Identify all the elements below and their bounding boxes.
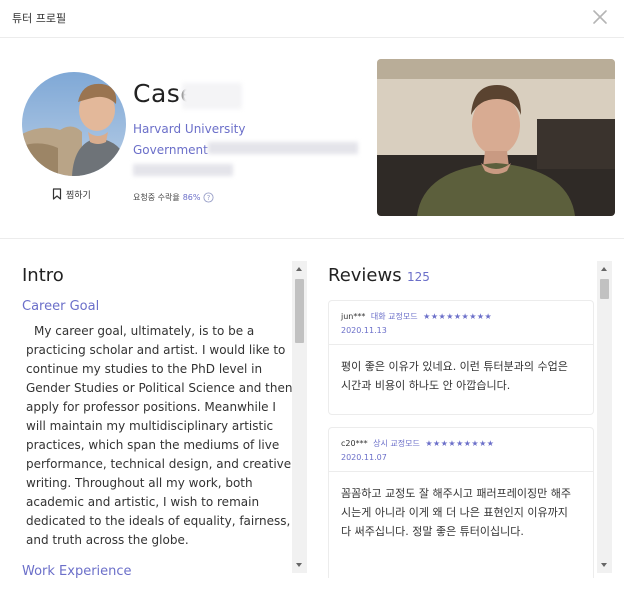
reviews-scrollbar[interactable] xyxy=(597,261,612,573)
intro-panel: Intro Career Goal My career goal, ultima… xyxy=(12,255,310,578)
review-date: 2020.11.13 xyxy=(341,326,387,335)
career-goal-heading: Career Goal xyxy=(22,299,100,314)
work-experience-heading: Work Experience xyxy=(22,564,132,578)
review-date: 2020.11.07 xyxy=(341,453,387,462)
review-stars: ★★★★★★★★★ xyxy=(423,312,493,321)
profile-section: Case Harvard University Government 찜하기 요… xyxy=(0,39,624,239)
review-mode: 대화 교정모드 xyxy=(370,312,418,321)
tutor-intro-video[interactable] xyxy=(377,59,615,216)
redacted-info xyxy=(208,142,358,154)
bookmark-button[interactable]: 찜하기 xyxy=(52,186,91,202)
scroll-up-arrow-icon[interactable] xyxy=(296,267,302,271)
redacted-info-2 xyxy=(133,164,233,176)
scroll-up-arrow-icon[interactable] xyxy=(601,267,607,271)
intro-title: Intro xyxy=(22,265,64,286)
close-icon[interactable] xyxy=(590,7,610,27)
tutor-avatar xyxy=(22,72,126,176)
accept-rate-label: 요청중 수락율 xyxy=(133,193,180,202)
tutor-department: Government xyxy=(133,143,208,157)
reviews-count: 125 xyxy=(407,270,430,284)
review-card: jun*** 대화 교정모드 ★★★★★★★★★ 2020.11.13 평이 좋… xyxy=(328,300,594,415)
reviewer-id: c20*** xyxy=(341,439,368,448)
modal-header: 튜터 프로필 xyxy=(0,0,624,38)
scroll-down-arrow-icon[interactable] xyxy=(296,563,302,567)
review-mode: 상시 교정모드 xyxy=(373,439,420,448)
reviewer-id: jun*** xyxy=(341,312,366,321)
intro-scrollbar[interactable] xyxy=(292,261,307,573)
reviews-panel: Reviews 125 jun*** 대화 교정모드 ★★★★★★★★★ 202… xyxy=(318,255,614,578)
modal-title: 튜터 프로필 xyxy=(12,12,67,25)
review-text: 평이 좋은 이유가 있네요. 이런 튜터분과의 수업은 시간과 비용이 하나도 … xyxy=(341,360,568,392)
scroll-down-arrow-icon[interactable] xyxy=(601,563,607,567)
review-header: jun*** 대화 교정모드 ★★★★★★★★★ 2020.11.13 xyxy=(329,301,593,345)
question-circle-icon[interactable]: ? xyxy=(203,192,215,203)
tutor-university: Harvard University xyxy=(133,122,246,136)
bookmark-icon xyxy=(52,188,62,200)
reviewer-line: c20*** 상시 교정모드 ★★★★★★★★★ xyxy=(341,438,494,449)
intro-scroll-thumb[interactable] xyxy=(295,279,304,343)
svg-text:?: ? xyxy=(207,194,211,202)
redacted-name xyxy=(182,83,242,109)
career-goal-text: My career goal, ultimately, is to be a p… xyxy=(26,324,293,547)
review-card: c20*** 상시 교정모드 ★★★★★★★★★ 2020.11.07 꼼꼼하고… xyxy=(328,427,594,578)
reviewer-line: jun*** 대화 교정모드 ★★★★★★★★★ xyxy=(341,311,492,322)
reviews-scroll-thumb[interactable] xyxy=(600,279,609,299)
bookmark-label: 찜하기 xyxy=(66,190,91,201)
review-stars: ★★★★★★★★★ xyxy=(425,439,495,448)
accept-rate-value: 86% xyxy=(182,193,201,202)
reviews-title: Reviews xyxy=(328,265,402,286)
review-header: c20*** 상시 교정모드 ★★★★★★★★★ 2020.11.07 xyxy=(329,428,593,472)
review-text: 꼼꼼하고 교정도 잘 해주시고 패러프레이징만 해주시는게 아니라 이게 왜 더… xyxy=(341,487,572,538)
accept-rate: 요청중 수락율 86% ? xyxy=(133,192,215,203)
